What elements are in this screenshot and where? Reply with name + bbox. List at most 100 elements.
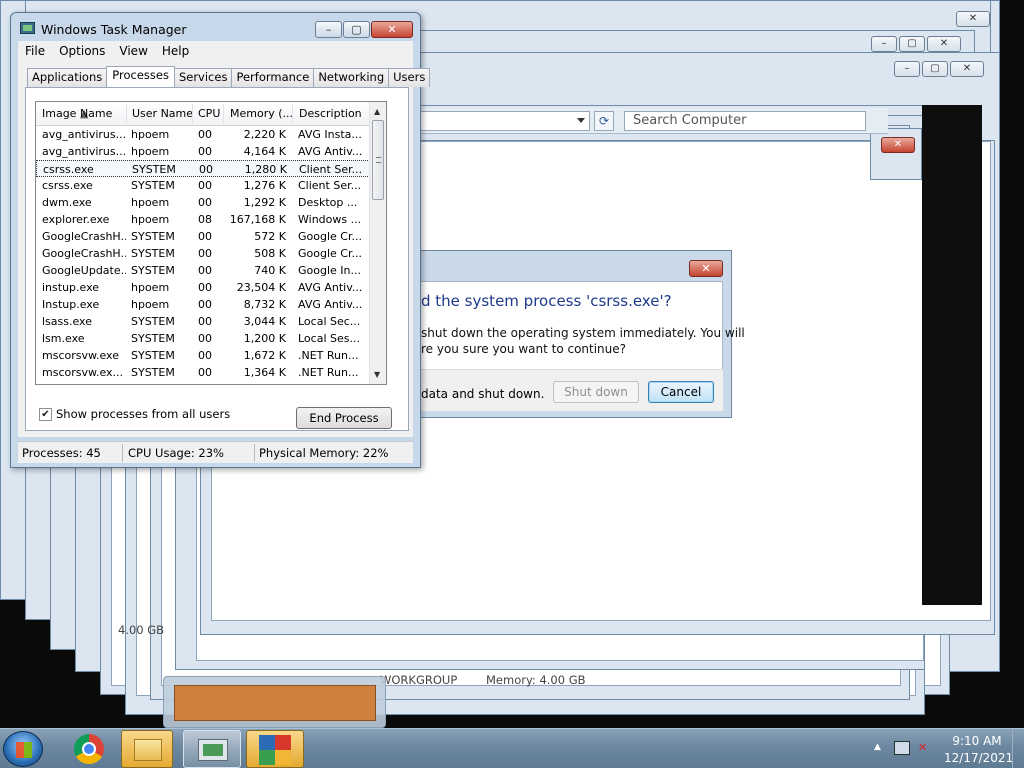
cell-memory: 740 K [254,264,286,277]
table-row[interactable]: csrss.exe SYSTEM 00 1,280 K Client Ser... [36,160,370,177]
menu-help[interactable]: Help [155,44,196,58]
address-combo[interactable] [420,111,590,131]
cancel-button[interactable]: Cancel [648,381,714,403]
table-row[interactable]: mscorsvw.exe SYSTEM 00 1,672 K .NET Run... [36,347,370,364]
cell-user-name: SYSTEM [131,179,175,192]
task-manager-window: Windows Task Manager – ▢ ✕ File Options … [10,12,431,468]
cell-cpu: 00 [198,298,212,311]
network-icon[interactable] [894,741,910,755]
checkbox-checked-icon[interactable]: ✔ [39,407,52,421]
taskbar-preview[interactable] [163,676,386,728]
dialog-question: d the system process 'csrss.exe'? [421,292,672,310]
table-row[interactable]: avg_antivirus... hpoem 00 2,220 K AVG Insta.… [36,126,370,143]
tab-performance[interactable]: Performance [231,68,315,87]
taskbar-chrome[interactable] [62,730,114,768]
table-row[interactable]: GoogleUpdate... SYSTEM 00 740 K Google In... [36,262,370,279]
column-user-name[interactable]: User Name [132,107,193,120]
show-hidden-icons-icon[interactable]: ▲ [874,742,881,752]
cell-memory: 8,732 K [243,298,286,311]
cell-image-name: Instup.exe [42,298,100,311]
scroll-up-icon[interactable]: ▲ [374,107,380,116]
chevron-down-icon[interactable] [577,118,585,123]
cell-user-name: SYSTEM [131,247,175,260]
clock-time[interactable]: 9:10 AM [947,734,1007,748]
cell-cpu: 00 [198,332,212,345]
cell-cpu: 00 [199,163,213,176]
cell-user-name: SYSTEM [131,332,175,345]
workgroup-label: WORKGROUP [380,673,458,687]
table-row[interactable]: Instup.exe hpoem 00 8,732 K AVG Antiv... [36,296,370,313]
refresh-icon[interactable]: ⟳ [594,111,614,131]
menu-bar: File Options View Help [18,41,413,61]
cell-image-name: dwm.exe [42,196,92,209]
table-row[interactable]: GoogleCrashH... SYSTEM 00 572 K Google Cr... [36,228,370,245]
search-input[interactable]: Search Computer [624,111,866,131]
cell-image-name: GoogleCrashH... [42,247,126,260]
status-memory: Physical Memory: 22% [259,446,389,460]
taskbar-explorer[interactable] [121,730,173,768]
avg-icon [259,735,291,765]
table-row[interactable]: dwm.exe hpoem 00 1,292 K Desktop ... [36,194,370,211]
shut-down-button[interactable]: Shut down [553,381,639,403]
cell-memory: 508 K [254,247,286,260]
column-image-name[interactable]: Image Name [42,107,112,120]
vertical-scrollbar[interactable]: ▲ ▼ [369,102,386,384]
column-cpu[interactable]: CPU [198,107,220,120]
process-rows: avg_antivirus... hpoem 00 2,220 K AVG Insta.… [36,126,370,381]
tab-services[interactable]: Services [173,68,233,87]
cell-image-name: explorer.exe [42,213,110,226]
cell-memory: 4,164 K [243,145,286,158]
cell-cpu: 08 [198,213,212,226]
close-button[interactable]: ✕ [371,21,413,38]
task-manager-titlebar[interactable]: Windows Task Manager – ▢ ✕ [11,13,420,41]
clock-date[interactable]: 12/17/2021 [944,751,1013,765]
scroll-down-icon[interactable]: ▼ [374,370,380,379]
cell-description: AVG Antiv... [298,145,363,158]
tab-applications[interactable]: Applications [27,68,108,87]
taskbar-task-manager[interactable] [183,730,241,768]
cell-memory: 23,504 K [236,281,286,294]
show-all-users-checkbox-row[interactable]: ✔ Show processes from all users [39,407,230,421]
cell-description: .NET Run... [298,366,359,379]
tab-processes[interactable]: Processes [106,66,175,87]
cell-cpu: 00 [198,247,212,260]
minimize-button[interactable]: – [315,21,342,38]
dialog-titlebar [401,251,731,281]
end-process-button[interactable]: End Process [296,407,392,429]
cell-description: Client Ser... [299,163,363,176]
table-row[interactable]: lsass.exe SYSTEM 00 3,044 K Local Sec... [36,313,370,330]
volume-muted-icon[interactable]: ✕ [918,741,934,755]
list-header: ▲ Image Name User Name CPU Memory (... D… [36,102,370,126]
windows-start-icon[interactable] [3,731,43,767]
menu-view[interactable]: View [112,44,154,58]
cell-description: AVG Antiv... [298,298,363,311]
show-all-users-label[interactable]: Show processes from all users [56,407,230,421]
maximize-button[interactable]: ▢ [343,21,370,38]
column-description[interactable]: Description [299,107,362,120]
preview-thumbnail[interactable] [174,685,376,721]
table-row[interactable]: GoogleCrashH... SYSTEM 00 508 K Google Cr... [36,245,370,262]
cell-cpu: 00 [198,281,212,294]
table-row[interactable]: mscorsvw.ex... SYSTEM 00 1,364 K .NET Run... [36,364,370,381]
table-row[interactable]: avg_antivirus... hpoem 00 4,164 K AVG Antiv.… [36,143,370,160]
taskbar-avg[interactable] [246,730,304,768]
cell-user-name: SYSTEM [131,349,175,362]
menu-file[interactable]: File [18,44,52,58]
dialog-body-line-1: shut down the operating system immediate… [421,326,745,340]
table-row[interactable]: instup.exe hpoem 00 23,504 K AVG Antiv... [36,279,370,296]
cell-cpu: 00 [198,128,212,141]
table-row[interactable]: lsm.exe SYSTEM 00 1,200 K Local Ses... [36,330,370,347]
explorer-address-bar: ⟳ Search Computer [420,108,888,134]
column-memory[interactable]: Memory (... [230,107,293,120]
dialog-close-button[interactable]: ✕ [689,260,723,277]
cell-image-name: csrss.exe [42,179,93,192]
cell-cpu: 00 [198,179,212,192]
tab-users[interactable]: Users [388,68,431,87]
tab-networking[interactable]: Networking [313,68,390,87]
table-row[interactable]: csrss.exe SYSTEM 00 1,276 K Client Ser... [36,177,370,194]
show-desktop-button[interactable] [1012,729,1024,768]
cell-memory: 1,292 K [243,196,286,209]
table-row[interactable]: explorer.exe hpoem 08 167,168 K Windows ... [36,211,370,228]
scroll-thumb[interactable] [372,120,384,200]
menu-options[interactable]: Options [52,44,112,58]
